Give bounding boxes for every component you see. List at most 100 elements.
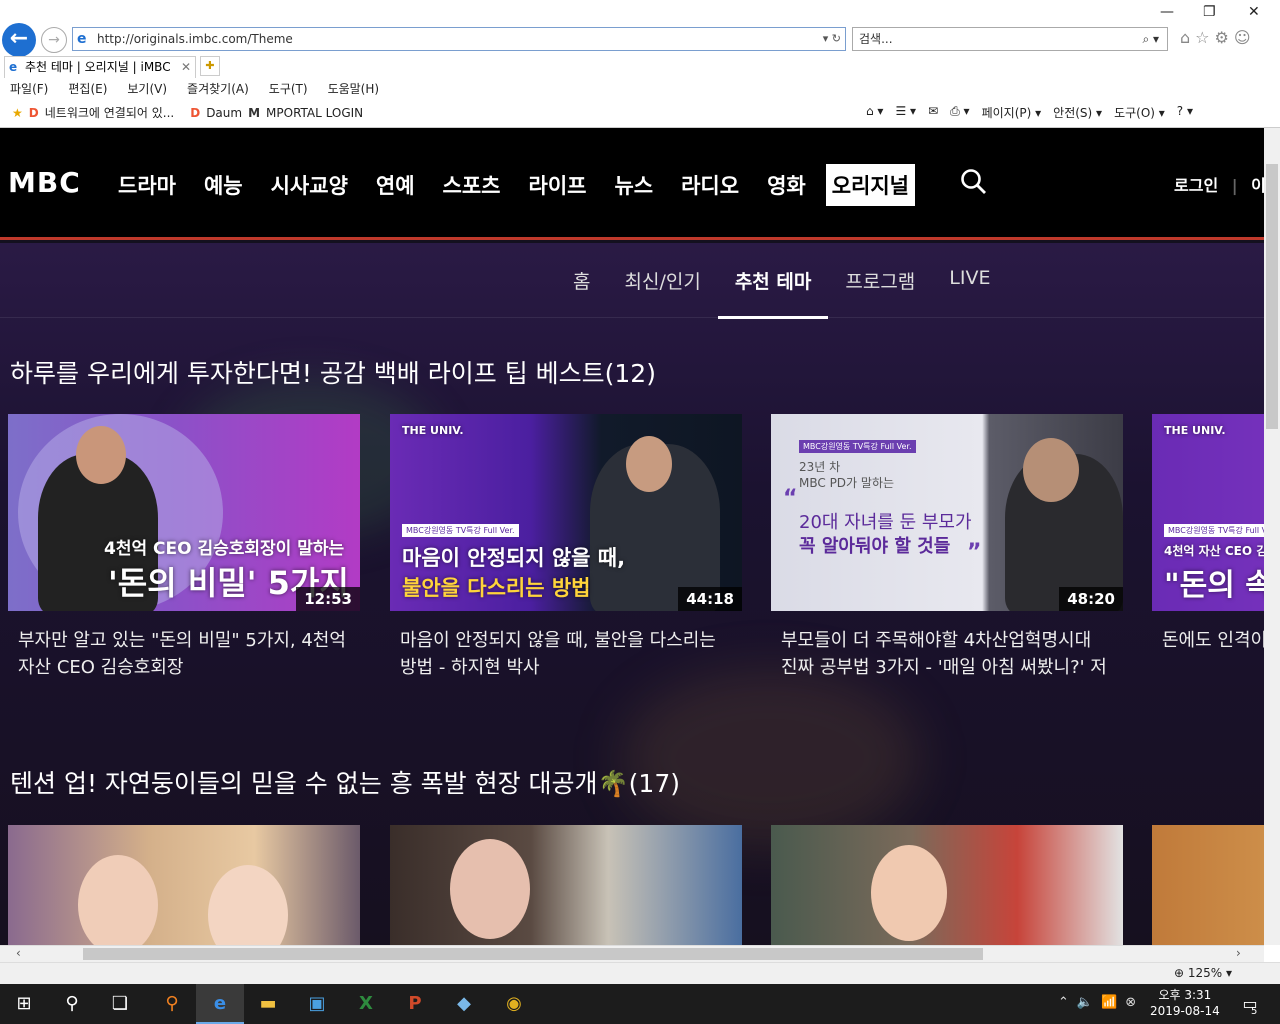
tab-recommended-theme[interactable]: 추천 테마 [717, 267, 828, 319]
url-text: http://originals.imbc.com/Theme [97, 32, 293, 46]
video-card[interactable]: THE UNIV. MBC강원영동 TV특강 Full Ver. 마음이 안정되… [390, 414, 742, 683]
thumb-face [76, 426, 126, 484]
video-thumbnail[interactable] [8, 825, 360, 945]
gnb-news[interactable]: 뉴스 [614, 170, 653, 200]
tab-home[interactable]: 홈 [573, 267, 590, 317]
refresh-icon[interactable]: ▾ ↻ [823, 28, 841, 50]
video-card[interactable] [390, 825, 742, 945]
notification-icon[interactable]: ▭ 5 [1238, 992, 1262, 1017]
vertical-scrollbar[interactable] [1264, 128, 1280, 945]
cmd-safety[interactable]: 안전(S) ▾ [1053, 104, 1102, 121]
help-icon[interactable]: ? ▾ [1177, 104, 1193, 121]
video-title[interactable]: 마음이 안정되지 않을 때, 불안을 다스리는 방법 - 하지현 박사 [390, 627, 742, 683]
clock[interactable]: 오후 3:31 2019-08-14 [1150, 987, 1220, 1019]
video-title[interactable]: 돈에도 인격이 있다 의 '돈의 속성' [1152, 627, 1264, 683]
folder-icon[interactable]: ▬ [256, 992, 280, 1016]
mail-icon[interactable]: ✉ [928, 104, 938, 121]
video-thumbnail[interactable]: THE UNIV. MBC강원영동 TV특강 Full Ver. 4천억 자산 … [1152, 414, 1264, 611]
scrollbar-thumb[interactable] [83, 948, 983, 960]
menu-edit[interactable]: 편집(E) [68, 80, 107, 97]
video-thumbnail[interactable] [390, 825, 742, 945]
video-thumbnail[interactable] [1152, 825, 1264, 945]
scroll-left-icon[interactable]: ‹ [16, 946, 21, 960]
search-app-icon[interactable]: ⚲ [160, 992, 184, 1016]
fav-mportal[interactable]: MPORTAL LOGIN [266, 106, 363, 120]
video-card[interactable] [771, 825, 1123, 945]
tab-close-icon[interactable]: ✕ [181, 57, 191, 77]
search-icon[interactable]: ⚲ [60, 992, 84, 1016]
gnb-original[interactable]: 오리지널 [825, 164, 915, 206]
zoom-level[interactable]: ⊕ 125% ▾ [1174, 966, 1232, 980]
fav-network[interactable]: 네트워크에 연결되어 있... [45, 104, 174, 121]
browser-tab[interactable]: e 추천 테마 | 오리지널 | iMBC ✕ [4, 56, 196, 78]
fav-daum[interactable]: Daum [206, 106, 242, 120]
video-card[interactable]: MBC강원영동 TV특강 Full Ver. 23년 차 MBC PD가 말하는… [771, 414, 1123, 683]
gnb-radio[interactable]: 라디오 [681, 170, 739, 200]
address-bar[interactable]: e http://originals.imbc.com/Theme ▾ ↻ [72, 27, 846, 51]
cmd-page[interactable]: 페이지(P) ▾ [982, 104, 1042, 121]
video-thumbnail[interactable]: 4천억 CEO 김승호회장이 말하는 '돈의 비밀' 5가지 12:53 [8, 414, 360, 611]
search-icon[interactable]: ⌕ ▾ [1142, 28, 1159, 50]
menu-favorites[interactable]: 즐겨찾기(A) [187, 80, 249, 97]
start-icon[interactable]: ⊞ [12, 992, 36, 1016]
app-icon[interactable]: ▣ [305, 992, 329, 1016]
task-view-icon[interactable]: ❏ [108, 992, 132, 1016]
gnb-drama[interactable]: 드라마 [118, 170, 176, 200]
gnb-culture[interactable]: 시사교양 [271, 170, 348, 200]
bg-glow [620, 668, 920, 848]
excel-icon[interactable]: X [354, 992, 378, 1016]
gnb-movie[interactable]: 영화 [767, 170, 806, 200]
page-content: MBC 드라마 예능 시사교양 연예 스포츠 라이프 뉴스 라디오 영화 오리지… [0, 128, 1264, 945]
menu-help[interactable]: 도움말(H) [328, 80, 380, 97]
print-icon[interactable]: ⎙ ▾ [950, 104, 969, 121]
login-link[interactable]: 로그인 [1174, 176, 1218, 195]
mbc-logo[interactable]: MBC [8, 166, 81, 199]
forward-button[interactable]: → [41, 27, 67, 53]
horizontal-scrollbar[interactable]: ‹ › [0, 945, 1264, 962]
search-icon[interactable] [960, 168, 988, 196]
gnb-entertainment[interactable]: 예능 [204, 170, 243, 200]
scroll-right-icon[interactable]: › [1236, 946, 1241, 960]
new-tab-button[interactable]: ✚ [200, 56, 220, 76]
back-button[interactable]: ← [2, 23, 36, 57]
video-title[interactable]: 부자만 알고 있는 "돈의 비밀" 5가지, 4천억 자산 CEO 김승호회장 [8, 627, 360, 683]
thumb-brand: THE UNIV. [402, 424, 464, 437]
chrome-icon[interactable]: ◉ [502, 992, 526, 1016]
close-icon[interactable]: ✕ [1248, 4, 1260, 20]
video-card[interactable] [1152, 825, 1264, 945]
tab-title: 추천 테마 | 오리지널 | iMBC [25, 60, 171, 74]
favorites-star-icon[interactable]: ★ [12, 106, 23, 120]
tab-latest[interactable]: 최신/인기 [624, 267, 700, 317]
restore-icon[interactable]: ❐ [1203, 4, 1216, 20]
menu-tools[interactable]: 도구(T) [269, 80, 308, 97]
video-card[interactable]: 4천억 CEO 김승호회장이 말하는 '돈의 비밀' 5가지 12:53 부자만… [8, 414, 360, 683]
video-card[interactable] [8, 825, 360, 945]
powerpoint-icon[interactable]: P [403, 992, 427, 1016]
app-icon[interactable]: ◆ [452, 992, 476, 1016]
menu-file[interactable]: 파일(F) [10, 80, 48, 97]
video-thumbnail[interactable]: MBC강원영동 TV특강 Full Ver. 23년 차 MBC PD가 말하는… [771, 414, 1123, 611]
video-thumbnail[interactable]: THE UNIV. MBC강원영동 TV특강 Full Ver. 마음이 안정되… [390, 414, 742, 611]
gnb-celeb[interactable]: 연예 [376, 170, 415, 200]
tab-program[interactable]: 프로그램 [845, 267, 915, 317]
gnb-sports[interactable]: 스포츠 [443, 170, 501, 200]
minimize-icon[interactable]: — [1160, 4, 1174, 20]
toolbar-icons[interactable]: ⌂☆⚙☺ [1180, 28, 1256, 47]
tab-live[interactable]: LIVE [949, 267, 990, 317]
video-title[interactable]: 부모들이 더 주목해야할 4차산업혁명시대 진짜 공부법 3가지 - '매일 아… [771, 627, 1123, 683]
gnb-life[interactable]: 라이프 [529, 170, 587, 200]
system-tray[interactable]: ⌃🔈📶⊗ [1058, 995, 1144, 1010]
more-link[interactable]: 이용 [1251, 176, 1264, 195]
home-icon[interactable]: ⌂ ▾ [866, 104, 883, 121]
ie-icon[interactable]: e [208, 992, 232, 1016]
cmd-tools[interactable]: 도구(O) ▾ [1114, 104, 1165, 121]
menu-view[interactable]: 보기(V) [127, 80, 167, 97]
account-links: 로그인 | 이용 [1174, 172, 1264, 196]
scrollbar-thumb[interactable] [1266, 164, 1278, 429]
video-thumbnail[interactable] [771, 825, 1123, 945]
search-input[interactable]: 검색... ⌕ ▾ [852, 27, 1168, 51]
taskbar: ⊞ ⚲ ❏ ⚲ e ▬ ▣ X P ◆ ◉ ⌃🔈📶⊗ 오후 3:31 2019-… [0, 984, 1280, 1024]
feeds-icon[interactable]: ☰ ▾ [895, 104, 916, 121]
video-card[interactable]: THE UNIV. MBC강원영동 TV특강 Full Ver. 4천억 자산 … [1152, 414, 1264, 683]
thumb-tag: MBC강원영동 TV특강 Full Ver. [799, 440, 916, 453]
